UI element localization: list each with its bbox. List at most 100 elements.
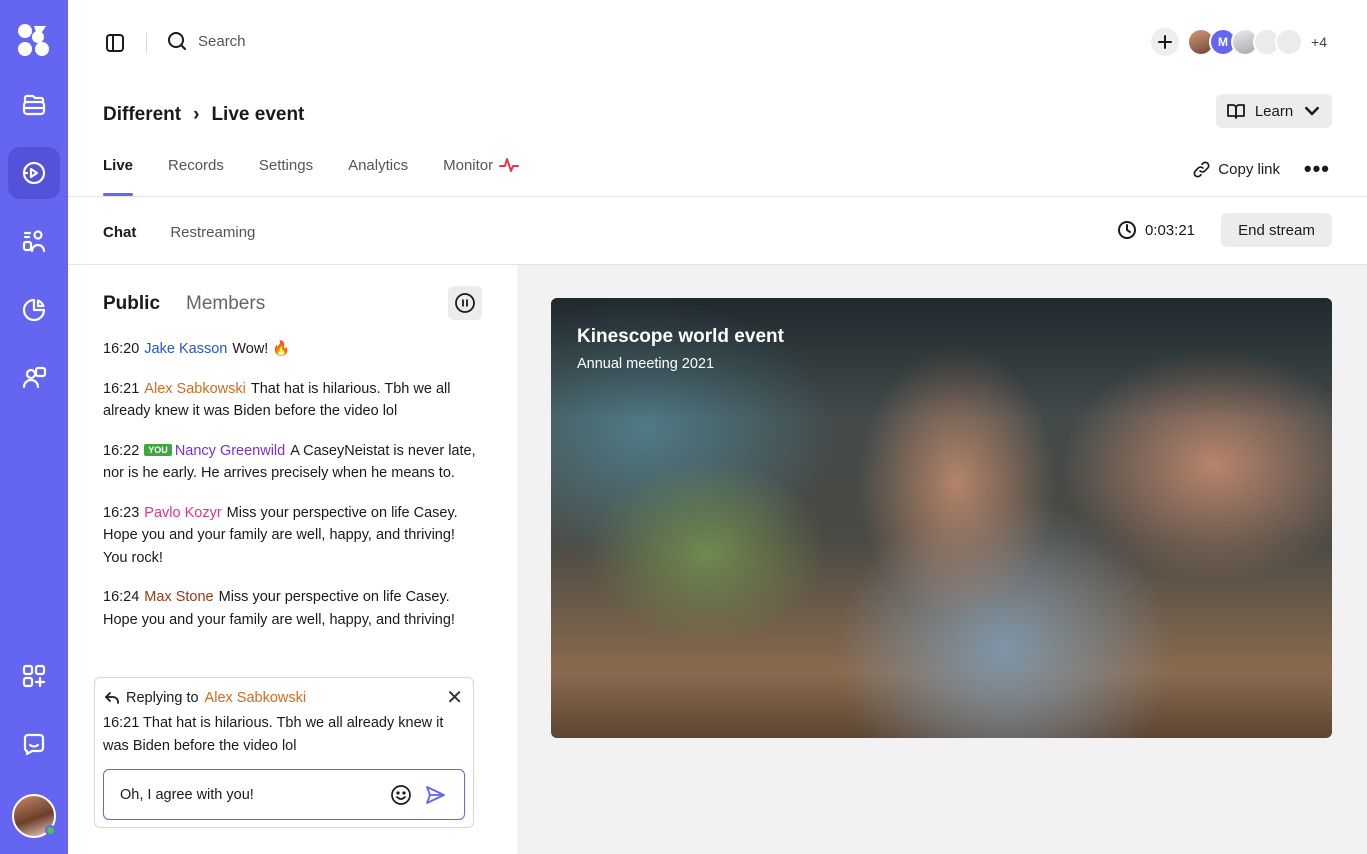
- plus-icon: [1158, 35, 1173, 49]
- video-title: Kinescope world event: [577, 326, 784, 347]
- chevron-down-icon: [1305, 106, 1320, 116]
- close-icon[interactable]: ✕: [446, 685, 463, 710]
- tab-records[interactable]: Records: [168, 156, 224, 196]
- message-time: 16:21: [103, 380, 140, 397]
- message-time: 16:23: [103, 504, 140, 521]
- elapsed-time: 0:03:21: [1144, 221, 1195, 239]
- tab-label: Monitor: [443, 156, 494, 174]
- participant-avatar[interactable]: [1275, 28, 1304, 56]
- chat-tab-members[interactable]: Members: [186, 293, 265, 315]
- storage-icon: [22, 94, 46, 116]
- message-author[interactable]: Pavlo Kozyr: [144, 505, 221, 521]
- sidebar-toggle-icon[interactable]: [104, 32, 126, 54]
- chat-panel: Public Members 16:20 Jake Kasson Wow! 🔥 16:…: [68, 265, 517, 854]
- chat-message[interactable]: 16:24 Max Stone Miss your perspective on l…: [103, 586, 478, 631]
- breadcrumb: Different › Live event: [103, 104, 304, 126]
- kinescope-logo-icon[interactable]: [16, 22, 52, 58]
- send-icon[interactable]: [424, 784, 446, 806]
- link-icon: [1193, 161, 1210, 178]
- video-preview[interactable]: Kinescope world event Annual meeting 202…: [551, 298, 1332, 738]
- message-text: Wow! 🔥: [232, 341, 291, 357]
- broadcast-icon: [22, 161, 46, 185]
- chat-message[interactable]: 16:20 Jake Kasson Wow! 🔥: [103, 338, 478, 361]
- left-rail: [0, 0, 68, 854]
- search-icon: [168, 32, 186, 50]
- reply-arrow-icon: [105, 692, 119, 704]
- nav-integrations[interactable]: [8, 650, 60, 702]
- breadcrumb-current: Live event: [211, 104, 305, 125]
- book-icon: [1226, 104, 1245, 119]
- emoji-icon[interactable]: [390, 784, 412, 806]
- reply-author: Alex Sabkowski: [204, 690, 307, 706]
- breadcrumb-parent[interactable]: Different: [103, 104, 181, 126]
- learn-button[interactable]: Learn: [1216, 94, 1332, 128]
- user-avatar[interactable]: [12, 794, 56, 838]
- message-author[interactable]: Nancy Greenwild: [175, 443, 285, 459]
- tab-label: Analytics: [348, 156, 409, 174]
- clock-icon: [1117, 221, 1136, 239]
- copy-link-button[interactable]: Copy link: [1192, 160, 1280, 179]
- message-author[interactable]: Alex Sabkowski: [144, 381, 246, 397]
- pie-chart-icon: [22, 298, 46, 322]
- tab-analytics[interactable]: Analytics: [348, 156, 408, 196]
- message-input[interactable]: Oh, I agree with you!: [103, 769, 465, 820]
- search-placeholder: Search: [198, 32, 246, 50]
- reply-composer: Replying to Alex Sabkowski ✕ 16:21 That …: [94, 677, 474, 828]
- message-input-value: Oh, I agree with you!: [120, 786, 254, 803]
- nav-analytics[interactable]: [8, 284, 60, 336]
- reply-header: Replying to Alex Sabkowski: [104, 690, 306, 706]
- online-status-indicator: [45, 825, 56, 836]
- chat-message[interactable]: 16:21 Alex Sabkowski That hat is hilarious…: [103, 378, 478, 423]
- divider: [146, 33, 147, 53]
- sub-tabs: Chat Restreaming: [103, 224, 255, 241]
- pause-icon: [455, 293, 475, 313]
- end-stream-button[interactable]: End stream: [1221, 213, 1332, 247]
- main-tabs: Live Records Settings Analytics Monitor: [103, 156, 520, 196]
- stream-stage: Kinescope world event Annual meeting 202…: [517, 265, 1367, 854]
- nav-team[interactable]: [8, 352, 60, 404]
- team-icon: [22, 366, 47, 389]
- tab-live[interactable]: Live: [103, 156, 134, 196]
- video-subtitle: Annual meeting 2021: [577, 356, 715, 372]
- tab-settings[interactable]: Settings: [259, 156, 313, 196]
- more-participants-count[interactable]: +4: [1311, 34, 1327, 50]
- chat-message[interactable]: 16:23 Pavlo Kozyr Miss your perspective on…: [103, 502, 478, 570]
- more-options-button[interactable]: •••: [1304, 158, 1330, 180]
- reply-prefix: Replying to: [126, 690, 199, 706]
- topbar: Search M +4: [68, 0, 1367, 86]
- message-time: 16:22: [103, 442, 140, 459]
- add-apps-icon: [22, 664, 46, 688]
- stream-timer: 0:03:21: [1117, 220, 1195, 240]
- users-icon: [22, 230, 46, 253]
- nav-users[interactable]: [8, 215, 60, 267]
- learn-label: Learn: [1254, 102, 1294, 120]
- search-box[interactable]: Search: [166, 30, 246, 52]
- divider: [68, 196, 1367, 197]
- subtab-restreaming[interactable]: Restreaming: [170, 224, 255, 241]
- chat-tabs: Public Members: [103, 293, 265, 315]
- pulse-icon: [499, 158, 520, 172]
- tab-monitor[interactable]: Monitor: [443, 156, 520, 196]
- nav-storage[interactable]: [8, 79, 60, 131]
- copy-link-label: Copy link: [1218, 161, 1280, 178]
- message-list: 16:20 Jake Kasson Wow! 🔥 16:21 Alex Sabkowsk…: [103, 338, 478, 648]
- participants-group: M +4: [1151, 28, 1327, 56]
- message-author[interactable]: Jake Kasson: [144, 341, 227, 357]
- you-badge: YOU: [144, 443, 172, 456]
- message-author[interactable]: Max Stone: [144, 589, 213, 605]
- subtab-chat[interactable]: Chat: [103, 224, 136, 241]
- quoted-message: 16:21 That hat is hilarious. Tbh we all …: [103, 715, 444, 754]
- nav-support[interactable]: [8, 718, 60, 770]
- add-participant-button[interactable]: [1151, 28, 1180, 56]
- tab-label: Settings: [258, 156, 314, 174]
- chat-bubble-icon: [23, 733, 45, 756]
- pause-chat-button[interactable]: [448, 286, 482, 320]
- chevron-right-icon: ›: [193, 104, 200, 125]
- nav-live[interactable]: [8, 147, 60, 199]
- message-time: 16:20: [103, 341, 140, 357]
- tab-label: Records: [168, 156, 224, 174]
- chat-message[interactable]: 16:22 YOU Nancy Greenwild A CaseyNeistat is…: [103, 440, 478, 485]
- message-time: 16:24: [103, 589, 140, 605]
- tab-label: Live: [103, 156, 134, 174]
- chat-tab-public[interactable]: Public: [103, 293, 160, 315]
